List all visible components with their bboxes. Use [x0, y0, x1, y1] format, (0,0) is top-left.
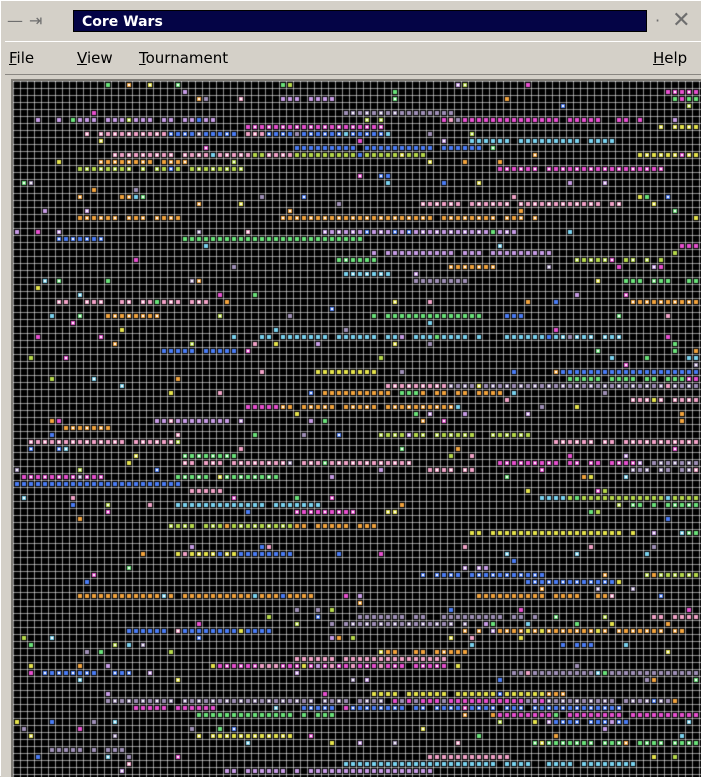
menu-tournament[interactable]: Tournament — [139, 48, 228, 68]
menu-tournament-label: ournament — [145, 49, 229, 67]
menu-tournament-mnemonic: T — [139, 49, 146, 67]
menu-help[interactable]: Help — [653, 48, 687, 68]
titlebar-right-controls: · ✕ — [655, 9, 701, 33]
window-title: Core Wars — [82, 14, 163, 30]
titlebar-left-controls: — ⇥ — [7, 9, 73, 33]
menu-view-mnemonic: V — [77, 49, 87, 67]
menu-view-label: iew — [86, 49, 113, 67]
title-bar: — ⇥ Core Wars · ✕ — [5, 7, 701, 35]
core-memory-grid[interactable] — [13, 81, 701, 777]
title-area[interactable]: Core Wars — [73, 10, 647, 32]
menu-help-mnemonic: H — [653, 49, 665, 67]
menu-dash-icon[interactable]: — — [7, 9, 23, 33]
app-window: — ⇥ Core Wars · ✕ File View Tournament H… — [0, 0, 701, 777]
menu-bar: File View Tournament Help — [5, 41, 701, 75]
close-x-icon[interactable]: ✕ — [672, 9, 690, 33]
minimize-dot-icon[interactable]: · — [655, 9, 660, 33]
core-memory-view[interactable] — [11, 79, 701, 777]
menu-view[interactable]: View — [77, 48, 113, 68]
menu-file[interactable]: File — [9, 48, 34, 68]
menu-file-label: ile — [16, 49, 35, 67]
pin-icon[interactable]: ⇥ — [29, 9, 42, 33]
menu-help-label: elp — [664, 49, 688, 67]
menu-file-mnemonic: F — [9, 49, 17, 67]
